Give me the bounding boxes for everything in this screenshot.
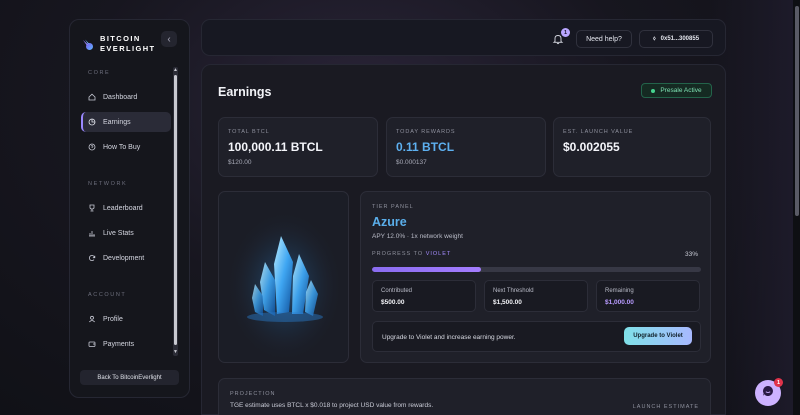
projection-text: TGE estimate uses BTCL x $0.018 to proje… [230,402,434,409]
stat-sub: $0.000137 [396,159,427,166]
progress-bar-fill [372,267,481,272]
page-scrollbar-thumb[interactable] [795,6,799,216]
collapse-sidebar-button[interactable]: ‹ [161,31,177,47]
metric-remaining: Remaining $1,000.00 [596,280,700,312]
sidebar-item-profile[interactable]: Profile [81,309,171,329]
brand-line-2: EVERLIGHT [100,44,156,53]
scroll-up-arrow-icon[interactable]: ▲ [173,67,178,73]
notification-count-badge: 1 [561,28,570,37]
comet-logo-icon [82,38,94,50]
sidebar-item-label: Dashboard [103,93,138,101]
help-button[interactable]: Need help? [576,30,632,48]
metric-value: $500.00 [381,299,405,306]
stat-card-today-rewards: TODAY REWARDS 0.11 BTCL $0.000137 [386,117,546,177]
upgrade-row: Upgrade to Violet and increase earning p… [372,321,701,352]
brand-line-1: BITCOIN [100,34,141,43]
sidebar-item-label: Payments [103,340,135,348]
progress-percent: 33% [684,251,698,258]
refresh-icon [88,254,96,262]
stat-sub: $120.00 [228,159,252,166]
trophy-icon [88,204,96,212]
user-icon [88,315,96,323]
metric-next-threshold: Next Threshold $1,500.00 [484,280,588,312]
help-circle-icon [88,143,96,151]
page-title: Earnings [218,85,272,99]
nav-section-core: CORE [88,70,111,76]
nav-section-account: ACCOUNT [88,292,127,298]
metric-label: Next Threshold [493,288,534,294]
sidebar-item-dashboard[interactable]: Dashboard [81,87,171,107]
launch-estimate-label: LAUNCH ESTIMATE [632,404,699,410]
ethereum-icon: ⬨ [652,35,656,42]
azure-crystal-icon [219,192,348,362]
sidebar-item-label: Live Stats [103,229,134,237]
sidebar-item-label: Profile [103,315,123,323]
stat-value: 100,000.11 BTCL [228,140,323,154]
sidebar-item-leaderboard[interactable]: Leaderboard [81,198,171,218]
progress-label: PROGRESS TO VIOLET [372,251,451,257]
tier-panel-label: TIER PANEL [372,204,414,210]
wallet-address: 0x51...300855 [660,36,700,42]
metric-label: Remaining [605,288,634,294]
tier-panel: TIER PANEL Azure APY 12.0% · 1x network … [360,191,711,363]
tier-name: Azure [372,215,407,229]
sidebar-item-label: How To Buy [103,143,141,151]
stat-card-total-btcl: TOTAL BTCL 100,000.11 BTCL $120.00 [218,117,378,177]
presale-status-text: Presale Active [660,87,702,94]
upgrade-text: Upgrade to Violet and increase earning p… [382,334,516,341]
sidebar-scrollbar-thumb[interactable] [174,75,177,345]
sidebar-item-payments[interactable]: Payments [81,334,171,354]
main-panel: Earnings Presale Active TOTAL BTCL 100,0… [201,64,726,415]
sidebar-item-how-to-buy[interactable]: How To Buy [81,137,171,157]
stat-card-est-launch-value: EST. LAUNCH VALUE $0.002055 [553,117,711,177]
chevron-left-icon: ‹ [167,33,171,45]
status-dot-icon [651,88,656,93]
bar-chart-icon [88,229,96,237]
sidebar-item-earnings[interactable]: Earnings [81,112,171,132]
sidebar: BITCOIN EVERLIGHT ‹ CORE Dashboard Earni… [69,19,190,398]
progress-label-text: PROGRESS TO [372,251,424,257]
presale-status-badge: Presale Active [641,83,712,98]
chat-unread-badge: 1 [774,378,783,387]
wallet-icon [88,340,96,348]
stat-value: 0.11 BTCL [396,140,455,154]
sidebar-item-development[interactable]: Development [81,248,171,268]
stat-label: TOTAL BTCL [228,129,270,135]
pie-chart-icon [88,118,96,126]
tier-gem-card [218,191,349,363]
back-to-site-button[interactable]: Back To BitcoinEverlight [80,370,179,385]
home-icon [88,93,96,101]
metric-contributed: Contributed $500.00 [372,280,476,312]
stat-label: TODAY REWARDS [396,129,456,135]
progress-bar [372,267,701,272]
upgrade-to-violet-button[interactable]: Upgrade to Violet [624,327,692,345]
stat-label: EST. LAUNCH VALUE [563,129,634,135]
stat-value: $0.002055 [563,140,620,154]
wallet-address-button[interactable]: ⬨ 0x51...300855 [639,30,713,48]
metric-label: Contributed [381,288,413,294]
projection-card: PROJECTION TGE estimate uses BTCL x $0.0… [218,378,711,415]
nav-section-network: NETWORK [88,181,128,187]
metric-value: $1,500.00 [493,299,522,306]
chat-bubble-icon [761,384,775,403]
top-bar: 1 Need help? ⬨ 0x51...300855 [201,19,726,56]
sidebar-item-live-stats[interactable]: Live Stats [81,223,171,243]
tier-apy: APY 12.0% · 1x network weight [372,233,463,240]
sidebar-item-label: Development [103,254,145,262]
projection-label: PROJECTION [230,391,276,397]
metric-value: $1,000.00 [605,299,634,306]
progress-target: VIOLET [425,251,452,257]
brand[interactable]: BITCOIN EVERLIGHT [82,34,156,54]
sidebar-item-label: Earnings [103,118,131,126]
scroll-down-arrow-icon[interactable]: ▼ [173,349,178,355]
sidebar-item-label: Leaderboard [103,204,143,212]
